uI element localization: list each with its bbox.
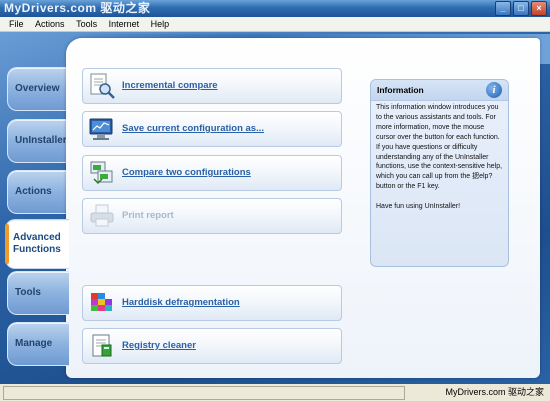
- tab-label: Actions: [15, 186, 52, 197]
- function-label: Compare two configurations: [122, 167, 251, 178]
- save-configuration-button[interactable]: Save current configuration as...: [82, 111, 342, 147]
- close-button[interactable]: ×: [531, 1, 547, 16]
- monitor-save-icon: [89, 118, 113, 140]
- compare-document-icon: [90, 73, 115, 99]
- information-title: Information: [377, 85, 424, 95]
- status-field: [3, 386, 405, 400]
- tab-tools[interactable]: Tools: [7, 271, 69, 315]
- registry-cleaner-icon: [92, 334, 112, 357]
- tab-label: Overview: [15, 83, 60, 94]
- tab-advanced-functions[interactable]: Advanced Functions: [5, 219, 69, 269]
- harddisk-defragmentation-button[interactable]: Harddisk defragmentation: [82, 285, 342, 321]
- tab-label: UnInstaller: [15, 135, 67, 146]
- function-label: Print report: [122, 210, 174, 221]
- tab-manage[interactable]: Manage: [7, 322, 69, 366]
- window-controls: _ □ ×: [495, 1, 547, 16]
- info-icon: i: [486, 82, 502, 98]
- maximize-button[interactable]: □: [513, 1, 529, 16]
- printer-icon: [90, 204, 114, 227]
- title-bar: MyDrivers.com 驱动之家 _ □ ×: [0, 0, 550, 17]
- menu-tools[interactable]: Tools: [76, 19, 97, 29]
- function-label: Registry cleaner: [122, 340, 196, 351]
- tab-uninstaller[interactable]: UnInstaller: [7, 119, 69, 163]
- window-title: MyDrivers.com 驱动之家: [4, 1, 151, 15]
- tab-label: Tools: [15, 287, 41, 298]
- menu-actions[interactable]: Actions: [35, 19, 65, 29]
- compare-configurations-button[interactable]: Compare two configurations: [82, 155, 342, 191]
- information-text: This information window introduces you t…: [376, 104, 503, 211]
- tab-label: Manage: [15, 338, 53, 349]
- status-bar: MyDrivers.com 驱动之家: [0, 384, 550, 401]
- print-report-button[interactable]: Print report: [82, 198, 342, 234]
- function-label: Save current configuration as...: [122, 123, 265, 134]
- minimize-button[interactable]: _: [495, 1, 511, 16]
- watermark: MyDrivers.com 驱动之家: [445, 387, 545, 397]
- function-label: Harddisk defragmentation: [122, 297, 240, 308]
- function-label: Incremental compare: [122, 80, 218, 91]
- tab-label: Advanced Functions: [13, 232, 61, 255]
- menu-internet[interactable]: Internet: [109, 19, 140, 29]
- tab-overview[interactable]: Overview: [7, 67, 69, 111]
- tab-actions[interactable]: Actions: [7, 170, 69, 214]
- information-header: Information i: [371, 80, 508, 101]
- defrag-blocks-icon: [91, 293, 112, 311]
- compare-configurations-icon: [90, 161, 113, 185]
- menu-help[interactable]: Help: [151, 19, 170, 29]
- incremental-compare-button[interactable]: Incremental compare: [82, 68, 342, 104]
- information-panel: Information i This information window in…: [370, 79, 509, 267]
- menu-bar: File Actions Tools Internet Help: [0, 17, 550, 32]
- menu-file[interactable]: File: [9, 19, 24, 29]
- registry-cleaner-button[interactable]: Registry cleaner: [82, 328, 342, 364]
